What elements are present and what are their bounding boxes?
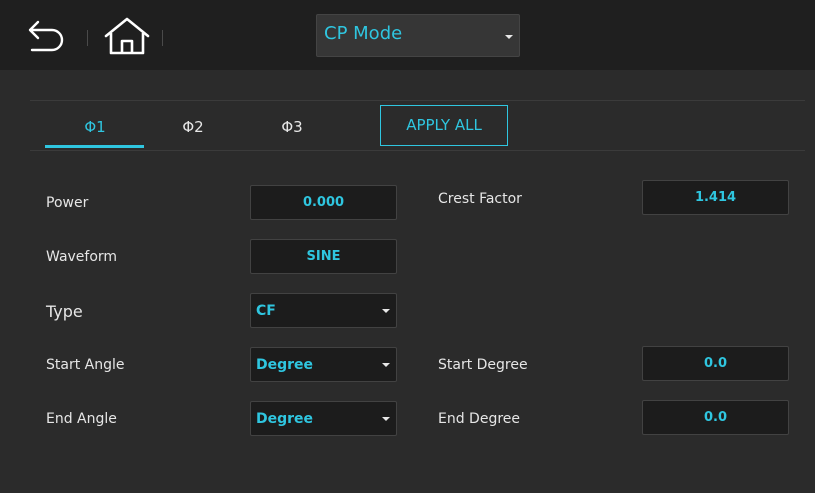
power-label: Power xyxy=(46,195,89,211)
crest-factor-label: Crest Factor xyxy=(438,191,522,207)
end-degree-label: End Degree xyxy=(438,411,521,427)
divider xyxy=(30,150,805,151)
mode-select-value: CP Mode xyxy=(324,23,403,44)
tab-phase-3[interactable]: Φ3 xyxy=(242,118,342,136)
mode-select[interactable]: CP Mode xyxy=(316,14,520,57)
end-degree-input[interactable]: 0.0 xyxy=(642,400,789,435)
tab-phase-2[interactable]: Φ2 xyxy=(143,118,243,136)
start-angle-dropdown[interactable]: Degree xyxy=(250,347,397,382)
end-angle-dropdown[interactable]: Degree xyxy=(250,401,397,436)
start-degree-input[interactable]: 0.0 xyxy=(642,346,789,381)
home-icon[interactable] xyxy=(100,14,154,58)
top-bar: CP Mode xyxy=(0,0,815,70)
chevron-down-icon xyxy=(382,309,390,313)
chevron-down-icon xyxy=(505,35,513,39)
start-degree-label: Start Degree xyxy=(438,357,528,373)
back-arrow-icon[interactable] xyxy=(24,18,70,56)
waveform-input[interactable]: SINE xyxy=(250,239,397,274)
start-angle-value: Degree xyxy=(256,357,314,373)
separator xyxy=(162,30,163,46)
separator xyxy=(87,30,88,46)
active-tab-indicator xyxy=(45,145,144,148)
apply-all-button[interactable]: APPLY ALL xyxy=(380,105,508,146)
tab-phase-1[interactable]: Φ1 xyxy=(45,118,145,136)
waveform-label: Waveform xyxy=(46,249,118,265)
end-angle-label: End Angle xyxy=(46,411,117,427)
power-input[interactable]: 0.000 xyxy=(250,185,397,220)
chevron-down-icon xyxy=(382,417,390,421)
type-label: Type xyxy=(46,302,83,321)
start-angle-label: Start Angle xyxy=(46,357,125,373)
end-angle-value: Degree xyxy=(256,411,314,427)
type-dropdown[interactable]: CF xyxy=(250,293,397,328)
type-dropdown-value: CF xyxy=(256,303,276,319)
divider xyxy=(30,100,805,101)
crest-factor-input[interactable]: 1.414 xyxy=(642,180,789,215)
chevron-down-icon xyxy=(382,363,390,367)
